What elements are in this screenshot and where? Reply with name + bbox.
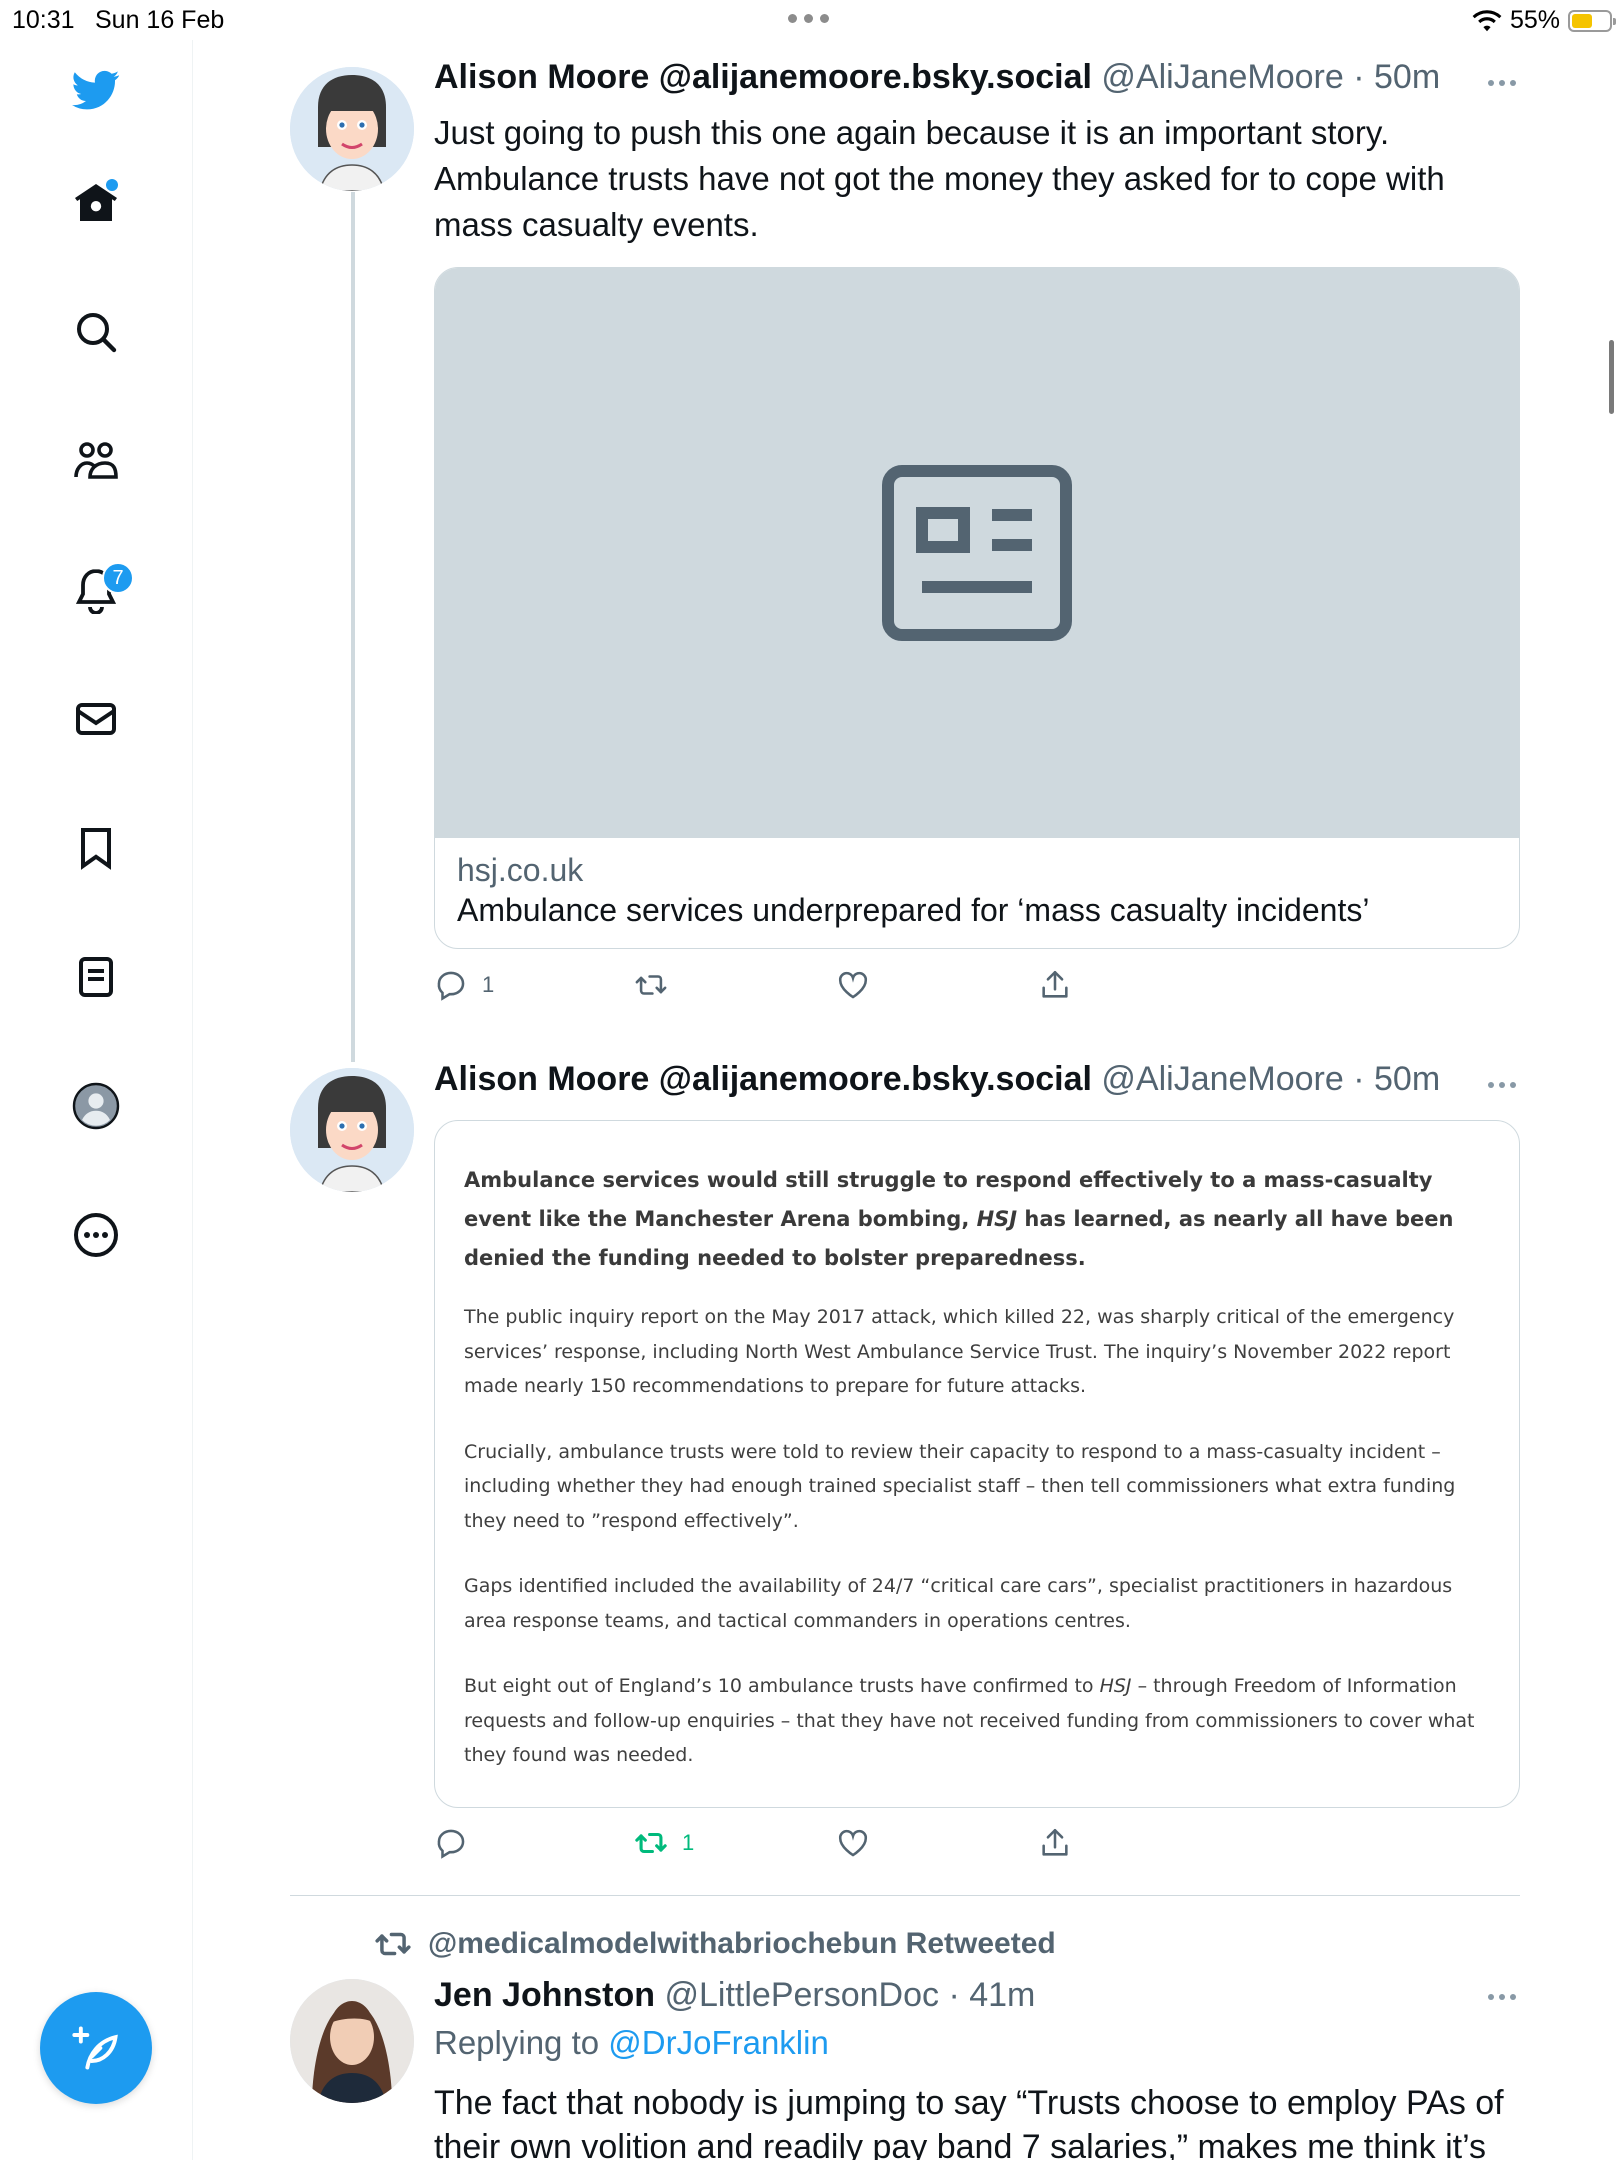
reply-icon bbox=[437, 1829, 465, 1859]
article-placeholder-icon bbox=[882, 465, 1072, 641]
compose-feather-icon bbox=[72, 2026, 118, 2070]
more-icon[interactable] bbox=[68, 1207, 124, 1263]
avatar[interactable] bbox=[290, 1979, 414, 2103]
article-paragraph: Gaps identified included the availabilit… bbox=[464, 1575, 1453, 1632]
home-unread-dot bbox=[106, 179, 118, 191]
tweet-text: The fact that nobody is jumping to say “… bbox=[434, 2084, 1504, 2160]
battery-icon bbox=[1568, 9, 1616, 32]
tweet-header: Alison Moore @alijanemoore.bsky.social @… bbox=[434, 1060, 1440, 1099]
retweet-count: 1 bbox=[682, 1830, 695, 1855]
tweet-divider bbox=[290, 1895, 1520, 1896]
author-name[interactable]: Alison Moore @alijanemoore.bsky.social bbox=[434, 1060, 1092, 1098]
replying-to: Replying to @DrJoFranklin bbox=[434, 2024, 829, 2061]
heart-icon bbox=[838, 971, 868, 999]
tweet-time[interactable]: · 50m bbox=[1353, 1060, 1440, 1098]
link-card-image bbox=[435, 268, 1519, 838]
retweeted-by-row[interactable]: @medicalmodelwithabriochebun Retweeted bbox=[374, 1925, 1056, 1963]
battery-level-fill bbox=[1572, 13, 1592, 28]
retweet-icon bbox=[375, 1932, 411, 1956]
bookmark-icon[interactable] bbox=[68, 820, 124, 876]
share-icon bbox=[1042, 970, 1068, 998]
author-name[interactable]: Alison Moore @alijanemoore.bsky.social bbox=[434, 58, 1092, 96]
author-handle[interactable]: @AliJaneMoore bbox=[1101, 1060, 1343, 1098]
tweet-more-icon[interactable] bbox=[1488, 1080, 1518, 1090]
status-date: Sun 16 Feb bbox=[95, 6, 225, 34]
tweet-actions: 1 bbox=[434, 1826, 1234, 1870]
scrollbar-thumb[interactable] bbox=[1609, 340, 1614, 414]
lists-icon[interactable] bbox=[68, 949, 124, 1005]
tweet-time[interactable]: · 50m bbox=[1353, 58, 1440, 96]
share-icon bbox=[1042, 1828, 1068, 1856]
article-paragraph: But eight out of England’s 10 ambulance … bbox=[464, 1675, 1475, 1766]
article-lead: Ambulance services would still struggle … bbox=[464, 1168, 1454, 1270]
link-card[interactable]: hsj.co.uk Ambulance services underprepar… bbox=[434, 267, 1520, 949]
reply-button[interactable]: 1 bbox=[434, 968, 494, 1002]
avatar[interactable] bbox=[290, 1068, 414, 1192]
bell-icon[interactable]: 7 bbox=[68, 562, 134, 618]
reply-count: 1 bbox=[482, 972, 495, 997]
article-paragraph: Crucially, ambulance trusts were told to… bbox=[464, 1440, 1456, 1532]
like-button[interactable] bbox=[836, 968, 884, 1002]
tweet-header: Alison Moore @alijanemoore.bsky.social @… bbox=[434, 58, 1440, 97]
search-icon[interactable] bbox=[68, 304, 124, 360]
tweet-time[interactable]: · 41m bbox=[948, 1976, 1035, 2014]
author-name[interactable]: Jen Johnston bbox=[434, 1976, 655, 2014]
author-handle[interactable]: @AliJaneMoore bbox=[1101, 58, 1343, 96]
status-indicators: 55% bbox=[1472, 6, 1616, 35]
link-title: Ambulance services underprepared for ‘ma… bbox=[457, 892, 1370, 928]
heart-icon bbox=[838, 1829, 868, 1857]
multitasking-dots-icon[interactable] bbox=[788, 14, 829, 23]
twitter-bird-icon[interactable] bbox=[68, 62, 124, 118]
notification-badge: 7 bbox=[102, 562, 134, 594]
retweet-button[interactable]: 1 bbox=[634, 1826, 694, 1860]
tweet-text: Just going to push this one again becaus… bbox=[434, 114, 1445, 243]
author-handle[interactable]: @LittlePersonDoc bbox=[664, 1976, 939, 2014]
share-button[interactable] bbox=[1038, 968, 1072, 1002]
tweet-more-icon[interactable] bbox=[1488, 1992, 1518, 2002]
battery-percent: 55% bbox=[1509, 6, 1560, 34]
communities-icon[interactable] bbox=[68, 433, 124, 489]
reply-icon bbox=[437, 971, 465, 1001]
tweet-actions: 1 bbox=[434, 968, 1234, 1012]
reply-mention-link[interactable]: @DrJoFranklin bbox=[608, 2024, 829, 2061]
status-bar: 10:31 Sun 16 Feb 55% bbox=[0, 0, 1620, 40]
retweeted-by-label: @medicalmodelwithabriochebun Retweeted bbox=[428, 1927, 1056, 1960]
avatar[interactable] bbox=[290, 67, 414, 191]
like-button[interactable] bbox=[836, 1826, 884, 1860]
wifi-icon bbox=[1472, 9, 1502, 31]
mail-icon[interactable] bbox=[68, 691, 124, 747]
tweet-more-icon[interactable] bbox=[1488, 78, 1518, 88]
home-icon[interactable] bbox=[68, 175, 124, 231]
article-screenshot-image[interactable]: Ambulance services would still struggle … bbox=[434, 1120, 1520, 1808]
reply-button[interactable] bbox=[434, 1826, 482, 1860]
status-time: 10:31 bbox=[12, 6, 75, 34]
retweet-button[interactable] bbox=[634, 968, 682, 1002]
tweet-header: Jen Johnston @LittlePersonDoc · 41m bbox=[434, 1976, 1035, 2015]
compose-button[interactable] bbox=[40, 1992, 152, 2104]
sidebar: 7 bbox=[0, 40, 193, 2160]
article-paragraph: The public inquiry report on the May 201… bbox=[464, 1306, 1455, 1397]
link-domain: hsj.co.uk bbox=[457, 852, 584, 888]
thread-line bbox=[351, 192, 355, 1062]
retweet-icon bbox=[635, 1832, 667, 1854]
share-button[interactable] bbox=[1038, 1826, 1072, 1860]
profile-icon[interactable] bbox=[68, 1078, 124, 1134]
retweet-icon bbox=[635, 975, 667, 995]
